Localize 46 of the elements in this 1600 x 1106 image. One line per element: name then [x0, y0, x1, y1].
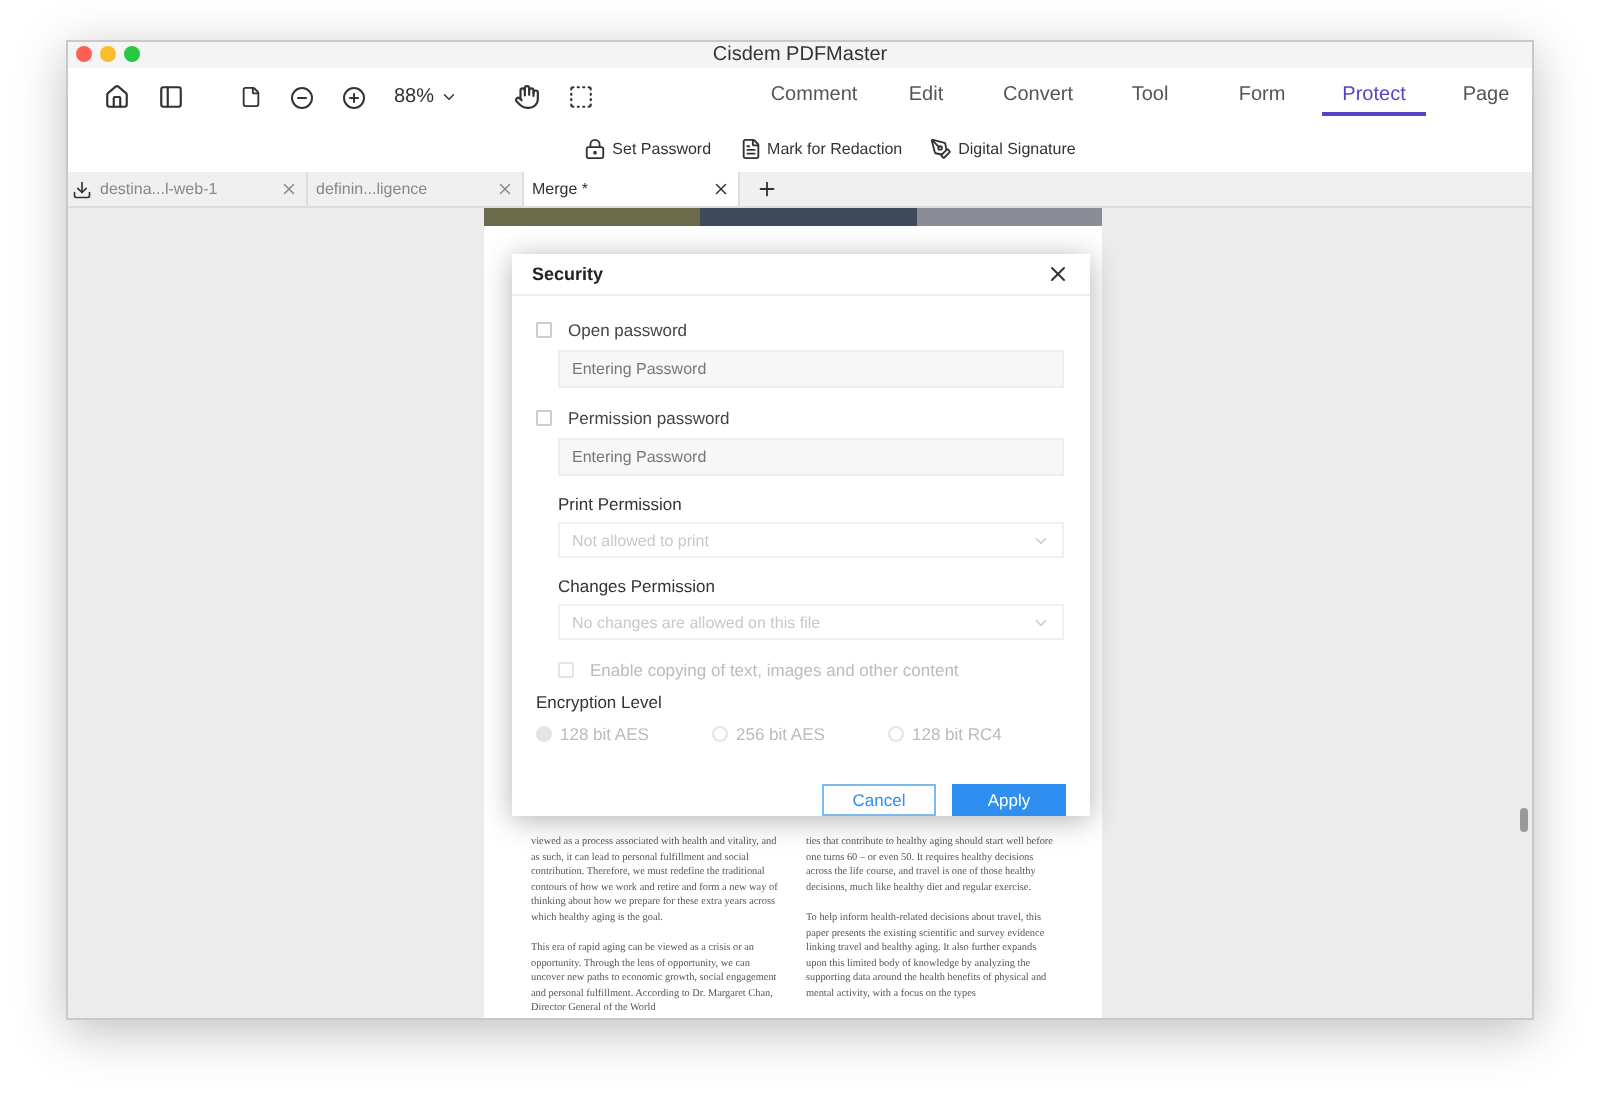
hand-tool-button[interactable]: [514, 84, 541, 110]
checkbox-label: Permission password: [568, 407, 730, 427]
close-icon[interactable]: [712, 180, 730, 198]
zoom-dropdown[interactable]: 88%: [394, 86, 459, 108]
pen-icon: [930, 138, 953, 160]
document-icon: [739, 138, 762, 160]
page-button[interactable]: [240, 86, 262, 108]
protect-tool-button[interactable]: Set Password: [584, 138, 712, 160]
tab-label: Merge *: [532, 180, 589, 198]
tab-label: destina...l-web-1: [100, 180, 218, 198]
menu-tab[interactable]: Edit: [874, 78, 979, 116]
menu-tab[interactable]: Tool: [1098, 78, 1203, 116]
menu-tab[interactable]: Form: [1210, 78, 1315, 116]
password-field[interactable]: Entering Password: [558, 438, 1064, 476]
zoom-light[interactable]: [124, 46, 140, 62]
menu-tab[interactable]: Page: [1434, 78, 1532, 116]
chevron-icon: [440, 88, 459, 106]
protect-tool-button[interactable]: Digital Signature: [930, 138, 1076, 160]
password-field[interactable]: Entering Password: [558, 350, 1064, 388]
lock-icon: [584, 138, 607, 160]
zoom-out-button[interactable]: [290, 85, 314, 109]
home-button[interactable]: [104, 84, 130, 110]
scrollbar-thumb[interactable]: [1520, 808, 1528, 832]
radio-label: 128 bit RC4: [912, 724, 1002, 744]
select-tool-button[interactable]: [568, 84, 595, 110]
checkbox-label: Enable copying of text, images and other content: [590, 659, 959, 679]
checkbox-label: Open password: [568, 319, 688, 339]
radio-label: 128 bit AES: [560, 724, 649, 744]
close-button[interactable]: [1046, 262, 1070, 286]
section-label: Encryption Level: [536, 692, 664, 712]
protect-tool-button[interactable]: Mark for Redaction: [739, 138, 903, 160]
window-title: Cisdem PDFMaster: [712, 44, 888, 66]
field-label: Changes Permission: [558, 576, 717, 596]
checkbox[interactable]: [536, 321, 552, 337]
sidebar-button[interactable]: [158, 84, 184, 110]
document-tab[interactable]: Merge *: [524, 172, 740, 206]
tab-label: definin...ligence: [316, 180, 428, 198]
radio-label: 256 bit AES: [736, 724, 825, 744]
zoom-in-button[interactable]: [342, 85, 366, 109]
menu-tab[interactable]: Convert: [986, 78, 1091, 116]
close-light[interactable]: [76, 46, 92, 62]
field-label: Print Permission: [558, 494, 684, 514]
menu-tab[interactable]: Protect: [1322, 78, 1427, 116]
checkbox[interactable]: [536, 409, 552, 425]
menu-tab[interactable]: Comment: [762, 78, 867, 116]
dialog-title: Security: [532, 264, 604, 284]
